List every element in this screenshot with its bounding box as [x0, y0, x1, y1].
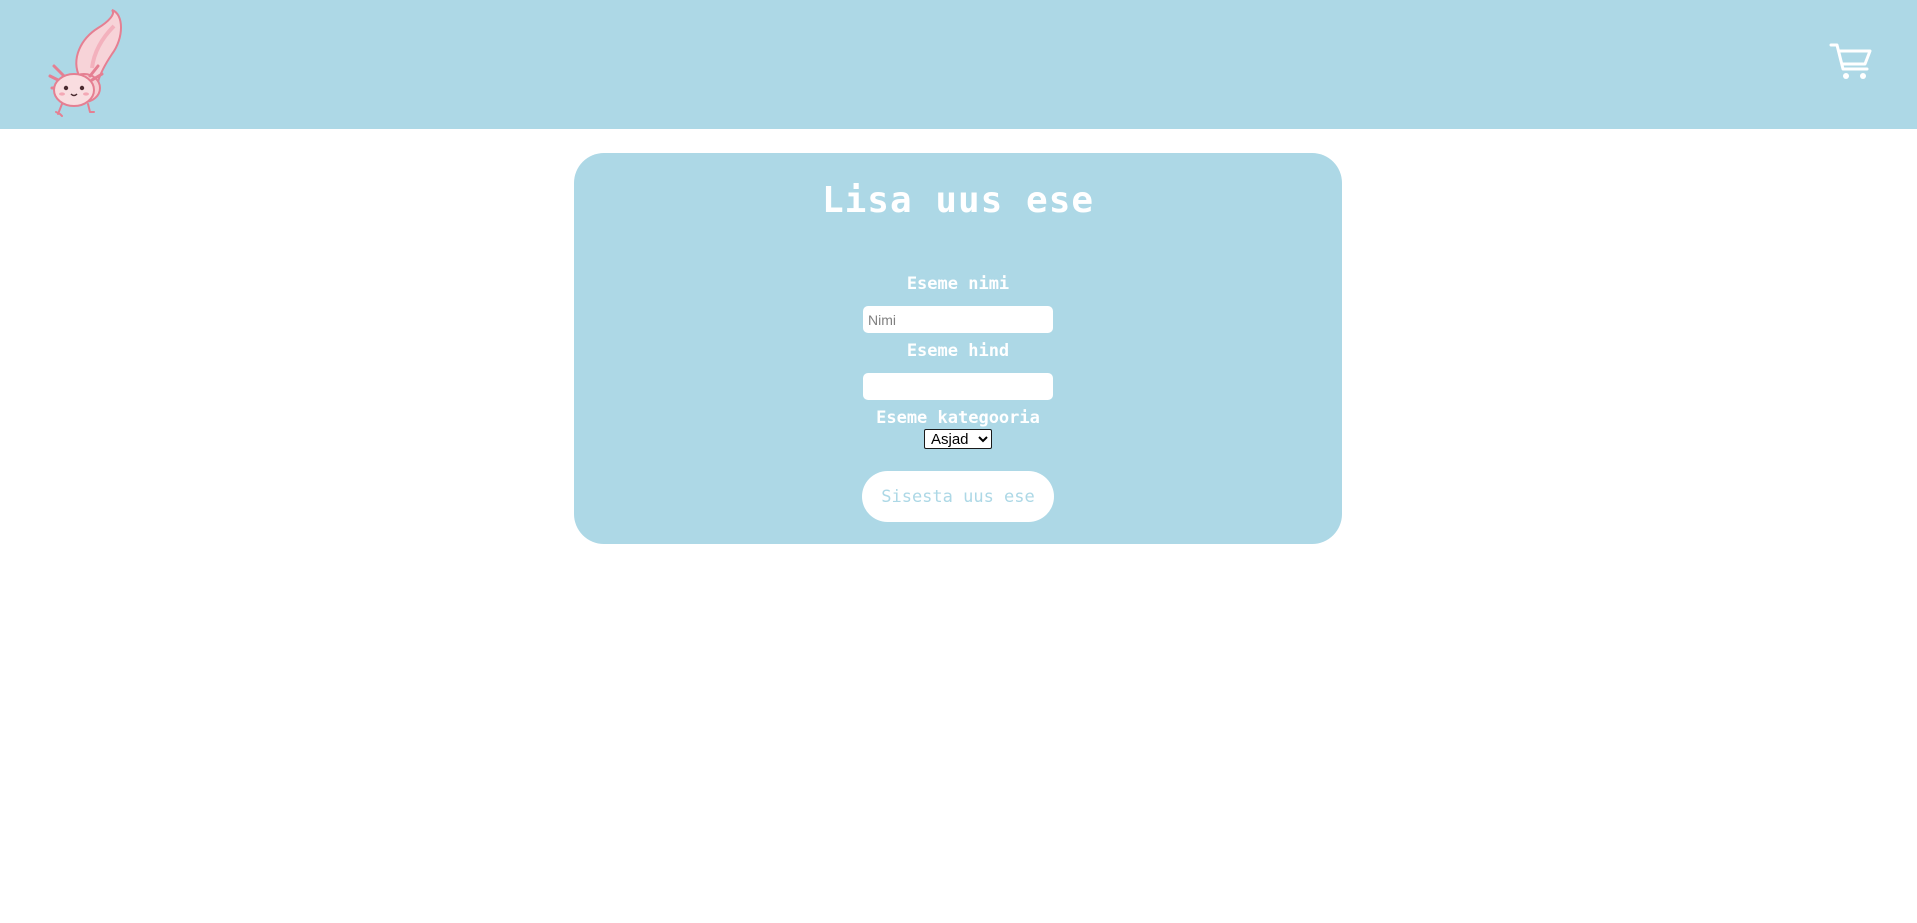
item-price-input[interactable] [863, 373, 1053, 400]
page-title: Lisa uus ese [821, 180, 1095, 221]
item-name-input[interactable] [863, 306, 1053, 333]
item-name-label: Eseme nimi [906, 274, 1010, 294]
shopping-cart-icon[interactable] [1829, 42, 1873, 82]
axolotl-logo[interactable] [40, 8, 124, 118]
item-price-label: Eseme hind [906, 341, 1010, 361]
item-category-label: Eseme kategooria [876, 408, 1040, 428]
add-item-form: Lisa uus ese Eseme nimi Eseme hind Eseme… [574, 153, 1342, 544]
item-category-select[interactable]: Asjad [924, 429, 992, 449]
site-header [0, 0, 1917, 129]
submit-item-button[interactable]: Sisesta uus ese [862, 471, 1054, 522]
